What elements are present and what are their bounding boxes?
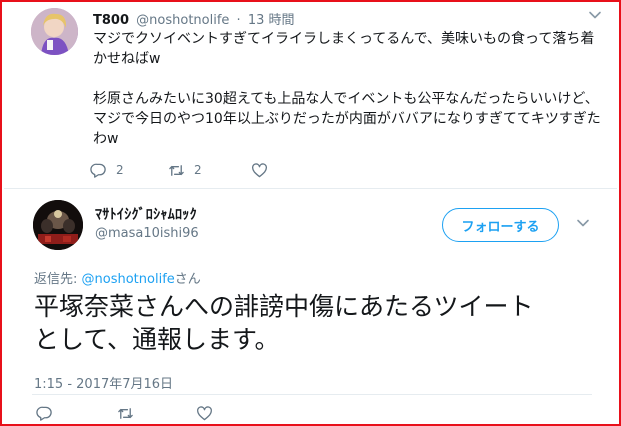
reply-count: 2 bbox=[116, 163, 124, 177]
reply-mention-link[interactable]: @noshotnolife bbox=[82, 272, 175, 287]
avatar[interactable] bbox=[31, 8, 78, 55]
like-icon bbox=[197, 406, 212, 421]
separator-dot: · bbox=[236, 13, 241, 28]
divider bbox=[32, 394, 592, 395]
user-handle[interactable]: @masa10ishi96 bbox=[95, 226, 199, 241]
avatar[interactable] bbox=[33, 200, 83, 250]
divider bbox=[4, 188, 617, 189]
like-button[interactable] bbox=[251, 162, 268, 179]
reply-prefix: 返信先: bbox=[34, 272, 82, 287]
retweet-icon bbox=[169, 165, 184, 176]
tweet-header: T800 @noshotnolife · 13 時間 bbox=[93, 9, 295, 28]
chevron-down-icon[interactable] bbox=[576, 216, 590, 230]
replying-to: 返信先: @noshotnolifeさん bbox=[34, 268, 201, 287]
retweet-button[interactable]: 2 bbox=[168, 162, 202, 179]
reply-button[interactable] bbox=[36, 405, 53, 422]
retweet-count: 2 bbox=[194, 163, 202, 177]
tweet-text: マジでクソイベントすぎてイライラしまくってるんで、美味いもの食って落ち着 かせね… bbox=[93, 31, 601, 147]
previous-tweet[interactable]: T800 @noshotnolife · 13 時間 マジでクソイベントすぎてイ… bbox=[2, 2, 619, 190]
reply-icon bbox=[90, 163, 106, 178]
retweet-button[interactable] bbox=[117, 405, 134, 422]
tweet-text: 平塚奈菜さんへの誹謗中傷にあたるツイート として、通報します。 bbox=[34, 292, 534, 354]
follow-button[interactable]: フォローする bbox=[442, 208, 559, 242]
like-icon bbox=[252, 163, 267, 178]
display-name[interactable]: ﾏｻﾄｲｼｸﾞﾛｼｬﾑﾛｯｸ bbox=[95, 204, 197, 224]
display-name[interactable]: T800 bbox=[93, 13, 129, 28]
reply-button[interactable]: 2 bbox=[90, 162, 124, 179]
reply-suffix: さん bbox=[174, 272, 201, 287]
reply-icon bbox=[36, 406, 52, 421]
tweet-timestamp[interactable]: 1:15 - 2017年7月16日 bbox=[34, 373, 173, 392]
like-button[interactable] bbox=[196, 405, 213, 422]
retweet-icon bbox=[118, 408, 133, 419]
chevron-down-icon[interactable] bbox=[588, 8, 602, 22]
user-handle[interactable]: @noshotnolife bbox=[136, 13, 229, 28]
tweet-conversation: T800 @noshotnolife · 13 時間 マジでクソイベントすぎてイ… bbox=[0, 0, 621, 426]
tweet-time[interactable]: 13 時間 bbox=[248, 13, 295, 28]
